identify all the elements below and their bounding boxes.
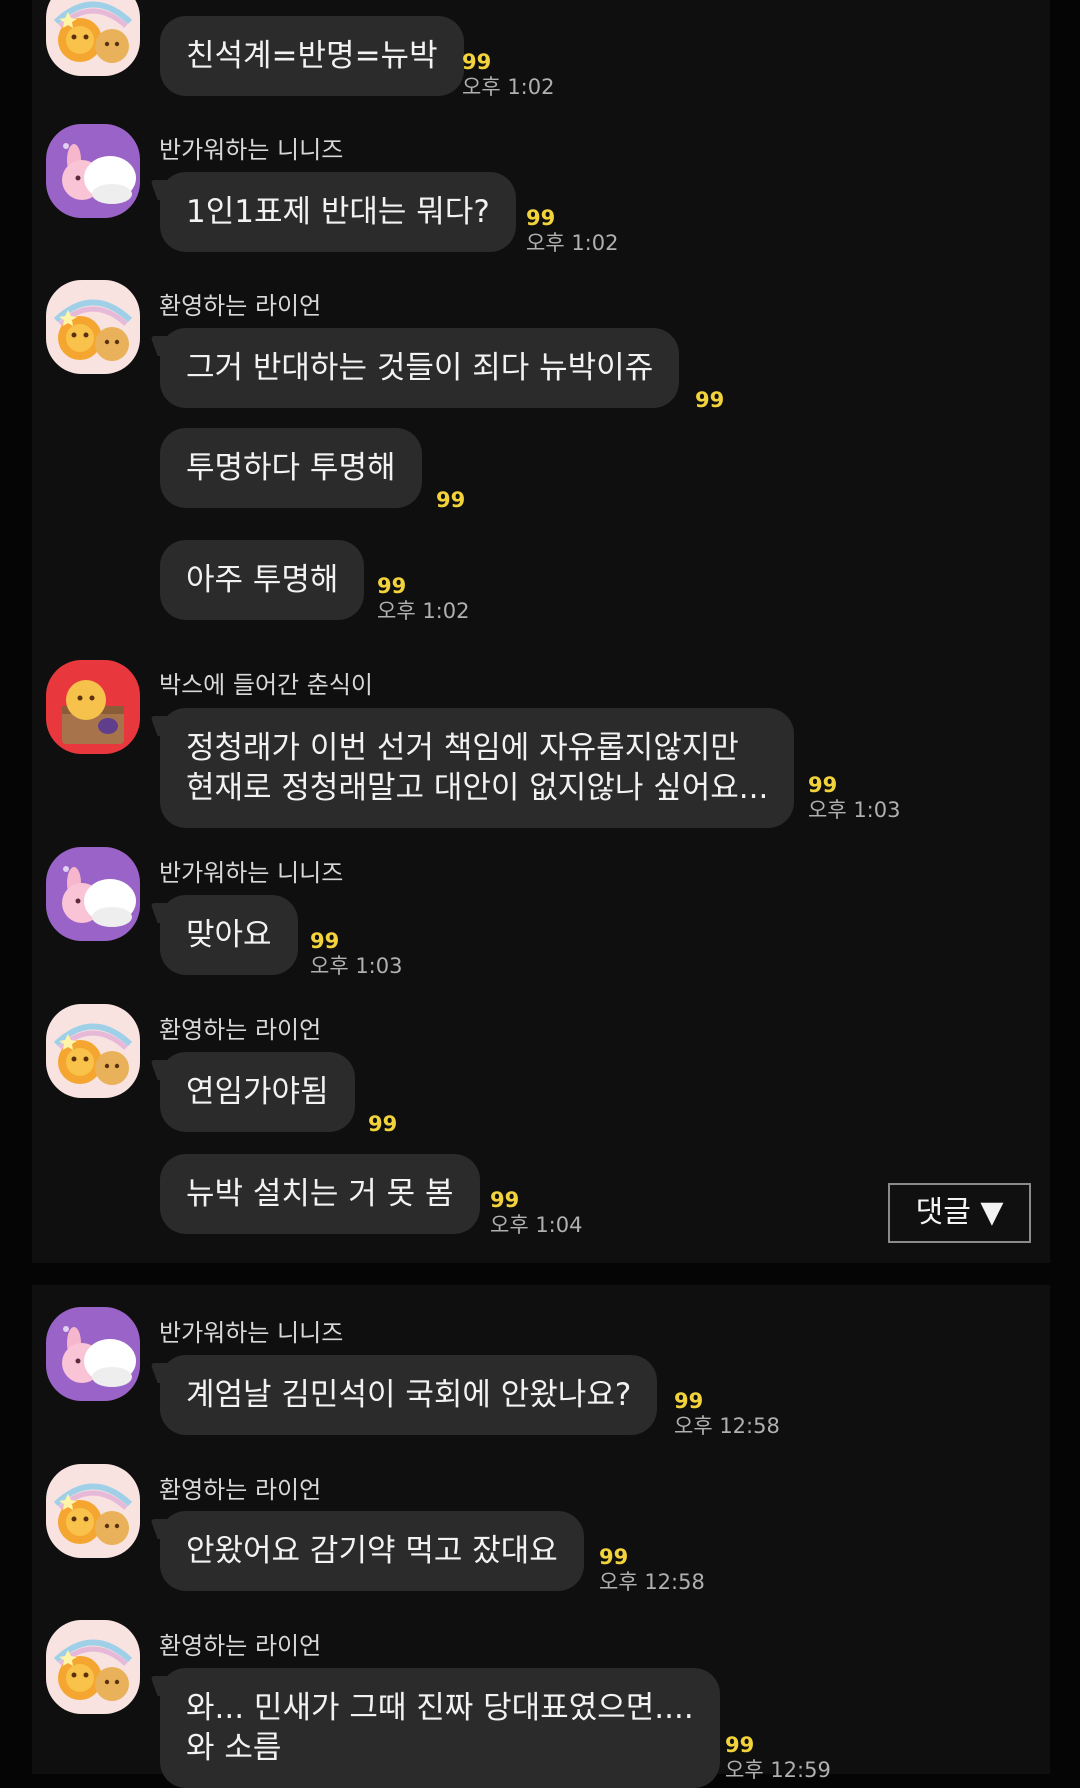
- message-meta: 99 오후 1:02: [526, 206, 618, 256]
- unread-count: 99: [599, 1545, 629, 1569]
- message-time: 오후 12:58: [674, 1414, 780, 1438]
- message-bubble[interactable]: 친석계=반명=뉴박: [160, 16, 464, 96]
- message-meta: 99 오후 12:59: [725, 1733, 831, 1783]
- message-meta: 99 오후 1:02: [462, 50, 554, 100]
- sender-name: 환영하는 라이언: [159, 1632, 322, 1660]
- unread-count: 99: [490, 1188, 520, 1212]
- sender-name: 반가워하는 니니즈: [159, 136, 344, 164]
- sender-name: 환영하는 라이언: [159, 1476, 322, 1504]
- message-line: 현재로 정청래말고 대안이 없지않나 싶어요...: [186, 770, 769, 806]
- unread-count: 99: [526, 206, 556, 230]
- sender-name: 반가워하는 니니즈: [159, 1319, 344, 1347]
- message-line: 와... 민새가 그때 진짜 당대표였으면....: [186, 1690, 694, 1726]
- lion-avatar[interactable]: [46, 1464, 140, 1558]
- unread-count: 99: [808, 773, 838, 797]
- chat-panel-2[interactable]: 반가워하는 니니즈 계엄날 김민석이 국회에 안왔나요? 99 오후 12:58…: [32, 1285, 1050, 1788]
- message-meta: 99 오후 1:03: [310, 929, 402, 979]
- message-meta: 99: [436, 488, 465, 512]
- message-time: 오후 1:03: [310, 954, 403, 978]
- unread-count: 99: [725, 1733, 755, 1757]
- lion-avatar[interactable]: [46, 280, 140, 374]
- unread-count: 99: [377, 574, 407, 598]
- message-bubble[interactable]: 와... 민새가 그때 진짜 당대표였으면.... 와 소름: [160, 1668, 720, 1788]
- unread-count: 99: [310, 929, 340, 953]
- message-time: 오후 12:59: [725, 1758, 831, 1782]
- unread-count: 99: [695, 388, 725, 412]
- message-bubble[interactable]: 계엄날 김민석이 국회에 안왔나요?: [160, 1355, 658, 1435]
- sender-name: 환영하는 라이언: [159, 292, 322, 320]
- ninize-avatar[interactable]: [46, 1307, 140, 1401]
- unread-count: 99: [674, 1389, 704, 1413]
- message-bubble[interactable]: 정청래가 이번 선거 책임에 자유롭지않지만 현재로 정청래말고 대안이 없지않…: [160, 708, 795, 828]
- message-time: 오후 1:03: [808, 798, 901, 822]
- choonsik-avatar[interactable]: [46, 660, 140, 754]
- sender-name: 환영하는 라이언: [159, 1016, 322, 1044]
- message-bubble[interactable]: 1인1표제 반대는 뭐다?: [160, 172, 516, 252]
- message-bubble[interactable]: 맞아요: [160, 895, 298, 975]
- ninize-avatar[interactable]: [46, 847, 140, 941]
- chat-panel-1[interactable]: 친석계=반명=뉴박 99 오후 1:02 반가워하는 니니즈 1인1표제 반대는…: [32, 0, 1050, 1263]
- message-meta: 99 오후 1:02: [377, 574, 469, 624]
- message-time: 오후 12:58: [599, 1570, 705, 1594]
- message-line: 정청래가 이번 선거 책임에 자유롭지않지만: [186, 730, 739, 766]
- message-meta: 99 오후 12:58: [674, 1389, 780, 1439]
- message-time: 오후 1:02: [462, 75, 555, 99]
- message-meta: 99: [368, 1112, 397, 1136]
- message-time: 오후 1:02: [526, 231, 619, 255]
- comment-toggle-button[interactable]: 댓글 ▼: [888, 1183, 1031, 1243]
- message-bubble[interactable]: 뉴박 설치는 거 못 봄: [160, 1154, 480, 1234]
- message-time: 오후 1:02: [377, 599, 470, 623]
- unread-count: 99: [368, 1112, 398, 1136]
- message-bubble[interactable]: 안왔어요 감기약 먹고 잤대요: [160, 1511, 584, 1591]
- sender-name: 박스에 들어간 춘식이: [159, 671, 373, 699]
- message-meta: 99 오후 1:03: [808, 773, 900, 823]
- unread-count: 99: [436, 488, 466, 512]
- message-bubble[interactable]: 아주 투명해: [160, 540, 365, 620]
- lion-avatar[interactable]: [46, 1004, 140, 1098]
- sender-name: 반가워하는 니니즈: [159, 859, 344, 887]
- message-bubble[interactable]: 투명하다 투명해: [160, 428, 422, 508]
- message-line: 와 소름: [186, 1730, 282, 1766]
- message-meta: 99 오후 12:58: [599, 1545, 705, 1595]
- lion-avatar[interactable]: [46, 0, 140, 76]
- ninize-avatar[interactable]: [46, 124, 140, 218]
- message-meta: 99 오후 1:04: [490, 1188, 582, 1238]
- message-bubble[interactable]: 그거 반대하는 것들이 죄다 뉴박이쥬: [160, 328, 680, 408]
- message-time: 오후 1:04: [490, 1213, 583, 1237]
- lion-avatar[interactable]: [46, 1620, 140, 1714]
- message-bubble[interactable]: 연임가야됨: [160, 1052, 355, 1132]
- unread-count: 99: [462, 50, 492, 74]
- message-meta: 99: [695, 388, 724, 412]
